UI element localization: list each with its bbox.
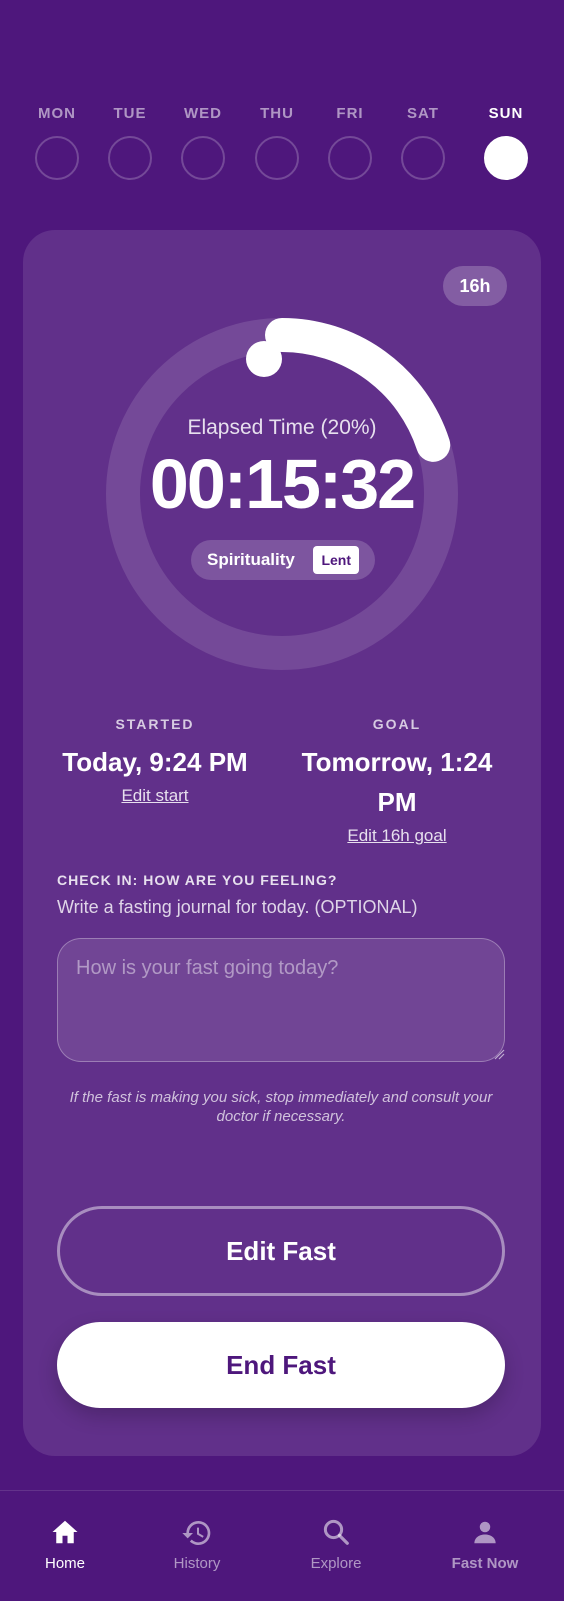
goal-value: Tomorrow, 1:24 PM — [301, 747, 493, 817]
goal-section: GOAL Tomorrow, 1:24 PM Edit 16h goal — [291, 716, 503, 846]
resize-grip-icon[interactable] — [493, 1048, 505, 1060]
day-label: WED — [184, 105, 222, 122]
day-label: FRI — [336, 105, 364, 122]
nav-fast-now[interactable]: Fast Now — [420, 1491, 550, 1572]
health-warning: If the fast is making you sick, stop imm… — [69, 1089, 493, 1125]
day-indicator — [108, 136, 152, 180]
elapsed-label: Elapsed Time (20%) — [187, 416, 377, 439]
day-indicator — [328, 136, 372, 180]
started-value: Today, 9:24 PM — [62, 747, 248, 777]
day-mon[interactable]: MON — [27, 104, 87, 180]
edit-goal-link[interactable]: Edit 16h goal — [291, 826, 503, 846]
checkin-subtitle: Write a fasting journal for today. (OPTI… — [57, 897, 418, 917]
end-fast-button[interactable]: End Fast — [57, 1322, 505, 1408]
checkin-title: CHECK IN: HOW ARE YOU FEELING? — [57, 872, 338, 888]
edit-start-link[interactable]: Edit start — [43, 786, 267, 806]
fast-tag[interactable]: Spirituality Lent — [191, 540, 375, 580]
nav-explore[interactable]: Explore — [271, 1491, 401, 1572]
home-icon — [52, 1520, 78, 1544]
nav-label: History — [173, 1555, 221, 1572]
fast-tag-name: Spirituality — [207, 550, 295, 569]
started-section: STARTED Today, 9:24 PM Edit start — [43, 716, 267, 806]
day-wed[interactable]: WED — [173, 104, 233, 180]
day-indicator-active — [484, 136, 528, 180]
nav-label: Home — [44, 1555, 85, 1572]
nav-history[interactable]: History — [132, 1491, 262, 1572]
nav-label: Fast Now — [451, 1555, 519, 1572]
day-indicator — [401, 136, 445, 180]
day-sat[interactable]: SAT — [393, 104, 453, 180]
day-thu[interactable]: THU — [247, 104, 307, 180]
search-icon — [323, 1519, 349, 1545]
day-label: SUN — [488, 105, 524, 122]
day-indicator — [255, 136, 299, 180]
day-fri[interactable]: FRI — [320, 104, 380, 180]
nav-label: Explore — [310, 1555, 362, 1572]
progress-ring-handle — [246, 341, 282, 377]
day-indicator — [181, 136, 225, 180]
fast-card: 16h Elapsed Time (20%) 00:15:32 Spiritua… — [23, 230, 541, 1456]
week-selector: MON TUE WED THU FRI SAT SUN — [0, 104, 564, 194]
day-sun[interactable]: SUN — [476, 104, 536, 180]
bottom-nav: Home History Explore Fast Now — [0, 1490, 564, 1601]
day-label: TUE — [113, 105, 147, 122]
fast-tag-chip: Lent — [313, 546, 359, 574]
day-label: SAT — [407, 105, 439, 122]
started-heading: STARTED — [115, 716, 195, 732]
day-indicator — [35, 136, 79, 180]
elapsed-timer: 00:15:32 — [149, 445, 416, 523]
nav-home[interactable]: Home — [0, 1491, 130, 1572]
history-icon — [182, 1521, 211, 1545]
edit-fast-button[interactable]: Edit Fast — [57, 1206, 505, 1296]
day-label: MON — [38, 105, 76, 122]
journal-textarea[interactable] — [57, 938, 505, 1062]
goal-heading: GOAL — [372, 716, 422, 732]
person-icon — [474, 1521, 496, 1544]
day-tue[interactable]: TUE — [100, 104, 160, 180]
day-label: THU — [260, 105, 294, 122]
